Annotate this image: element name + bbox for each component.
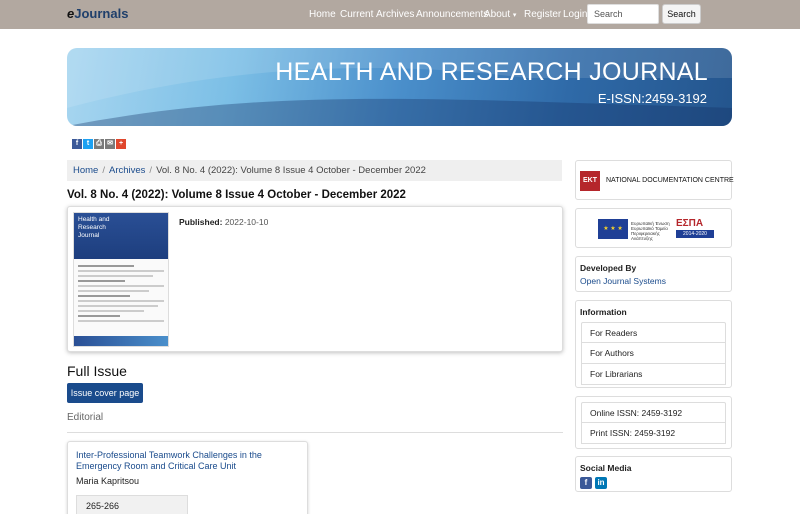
nav-about[interactable]: About ▾	[484, 9, 516, 20]
espa-caption: Ευρωπαϊκή Ένωση Ευρωπαϊκό Ταμείο Περιφερ…	[631, 221, 670, 241]
chevron-down-icon: ▾	[512, 12, 517, 19]
nav-archives[interactable]: Archives	[376, 9, 414, 20]
banner-issn: E-ISSN:2459-3192	[597, 91, 707, 106]
ekt-logo: EKT	[580, 171, 600, 191]
nav-register[interactable]: Register	[524, 9, 561, 20]
issue-summary-card: Health and Research Journal Published: 2…	[67, 206, 563, 352]
cover-text-line	[78, 265, 135, 267]
espa-years: 2014-2020	[676, 230, 714, 238]
developed-by-block: Developed By Open Journal Systems	[575, 256, 732, 292]
cover-title-line: Research	[78, 224, 106, 231]
ojs-link[interactable]: Open Journal Systems	[580, 276, 727, 286]
article-author: Maria Kapritsou	[76, 476, 140, 486]
ejournals-logo[interactable]: eJournals	[67, 6, 128, 21]
cover-text-line	[78, 270, 164, 272]
developed-by-title: Developed By	[580, 263, 637, 273]
social-media-block: Social Media f in	[575, 456, 732, 492]
published-label: Published:	[179, 217, 223, 227]
page-title: Vol. 8 No. 4 (2022): Volume 8 Issue 4 Oc…	[67, 189, 406, 201]
issue-cover-image[interactable]: Health and Research Journal	[73, 212, 169, 347]
facebook-icon[interactable]: f	[72, 139, 82, 149]
share-bar: f t ⎙ ✉ +	[72, 139, 126, 149]
logo-text: Journals	[74, 6, 129, 21]
cover-text-line	[78, 300, 164, 302]
plus-icon[interactable]: +	[116, 139, 126, 149]
breadcrumb-home[interactable]: Home	[73, 165, 98, 176]
cover-footer	[74, 336, 168, 346]
banner-title: HEALTH AND RESEARCH JOURNAL	[275, 58, 708, 86]
linkedin-icon[interactable]: in	[595, 477, 607, 489]
search-button[interactable]: Search	[662, 4, 701, 24]
nav-announcements[interactable]: Announcements	[416, 9, 488, 20]
for-authors-link[interactable]: For Authors	[581, 343, 726, 364]
cover-header: Health and Research Journal	[74, 213, 168, 259]
twitter-icon[interactable]: t	[83, 139, 93, 149]
ekt-name: NATIONAL DOCUMENTATION CENTRE	[606, 177, 734, 184]
nav-current[interactable]: Current	[340, 9, 373, 20]
cover-text-line	[78, 310, 144, 312]
eu-flag-icon: ★ ★ ★	[598, 219, 628, 239]
article-pages: 265-266	[76, 495, 188, 514]
cover-text-line	[78, 285, 164, 287]
cover-title-line: Health and	[78, 216, 110, 223]
online-issn: Online ISSN: 2459-3192	[581, 402, 726, 423]
published-value: 2022-10-10	[224, 217, 269, 227]
cover-text-line	[78, 290, 149, 292]
for-librarians-link[interactable]: For Librarians	[581, 364, 726, 385]
nav-home[interactable]: Home	[309, 9, 336, 20]
full-issue-heading: Full Issue	[67, 363, 127, 379]
breadcrumb-separator: /	[149, 165, 153, 176]
cover-text-line	[78, 295, 130, 297]
breadcrumb-separator: /	[102, 165, 105, 176]
section-heading: Editorial	[67, 412, 104, 423]
article-title-link[interactable]: Inter-Professional Teamwork Challenges i…	[76, 450, 304, 472]
breadcrumb: Home / Archives / Vol. 8 No. 4 (2022): Volum…	[67, 160, 562, 181]
information-title: Information	[580, 307, 627, 317]
for-readers-link[interactable]: For Readers	[581, 322, 726, 343]
section-divider	[67, 432, 563, 433]
top-navbar: eJournals Home Current Archives Announce…	[0, 0, 800, 29]
ekt-sponsor-block[interactable]: EKT NATIONAL DOCUMENTATION CENTRE	[575, 160, 734, 200]
nav-about-label: About	[484, 9, 511, 20]
social-icons: f in	[580, 477, 727, 489]
social-media-title: Social Media	[580, 463, 632, 473]
cover-title-line: Journal	[78, 232, 100, 239]
information-block: Information For Readers For Authors For …	[575, 300, 732, 388]
breadcrumb-archives[interactable]: Archives	[109, 165, 145, 176]
print-issn: Print ISSN: 2459-3192	[581, 423, 726, 444]
cover-text-line	[78, 320, 164, 322]
cover-text-line	[78, 275, 154, 277]
issue-cover-page-button[interactable]: Issue cover page	[67, 383, 143, 403]
breadcrumb-current: Vol. 8 No. 4 (2022): Volume 8 Issue 4 Oc…	[156, 165, 426, 176]
journal-banner[interactable]: HEALTH AND RESEARCH JOURNAL E-ISSN:2459-…	[67, 48, 732, 126]
article-card: Inter-Professional Teamwork Challenges i…	[67, 441, 308, 514]
published-date: Published: 2022-10-10	[179, 217, 268, 227]
issn-block: Online ISSN: 2459-3192 Print ISSN: 2459-…	[575, 396, 732, 449]
cover-text-line	[78, 315, 121, 317]
email-icon[interactable]: ✉	[105, 139, 115, 149]
espa-logo: ΕΣΠΑ	[676, 218, 704, 229]
nav-login[interactable]: Login	[563, 9, 587, 20]
print-icon[interactable]: ⎙	[94, 139, 104, 149]
search-input[interactable]: Search	[587, 4, 659, 24]
facebook-icon[interactable]: f	[580, 477, 592, 489]
cover-text-line	[78, 305, 158, 307]
espa-sponsor-block[interactable]: ★ ★ ★ Ευρωπαϊκή Ένωση Ευρωπαϊκό Ταμείο Π…	[575, 208, 732, 248]
cover-text-line	[78, 280, 125, 282]
